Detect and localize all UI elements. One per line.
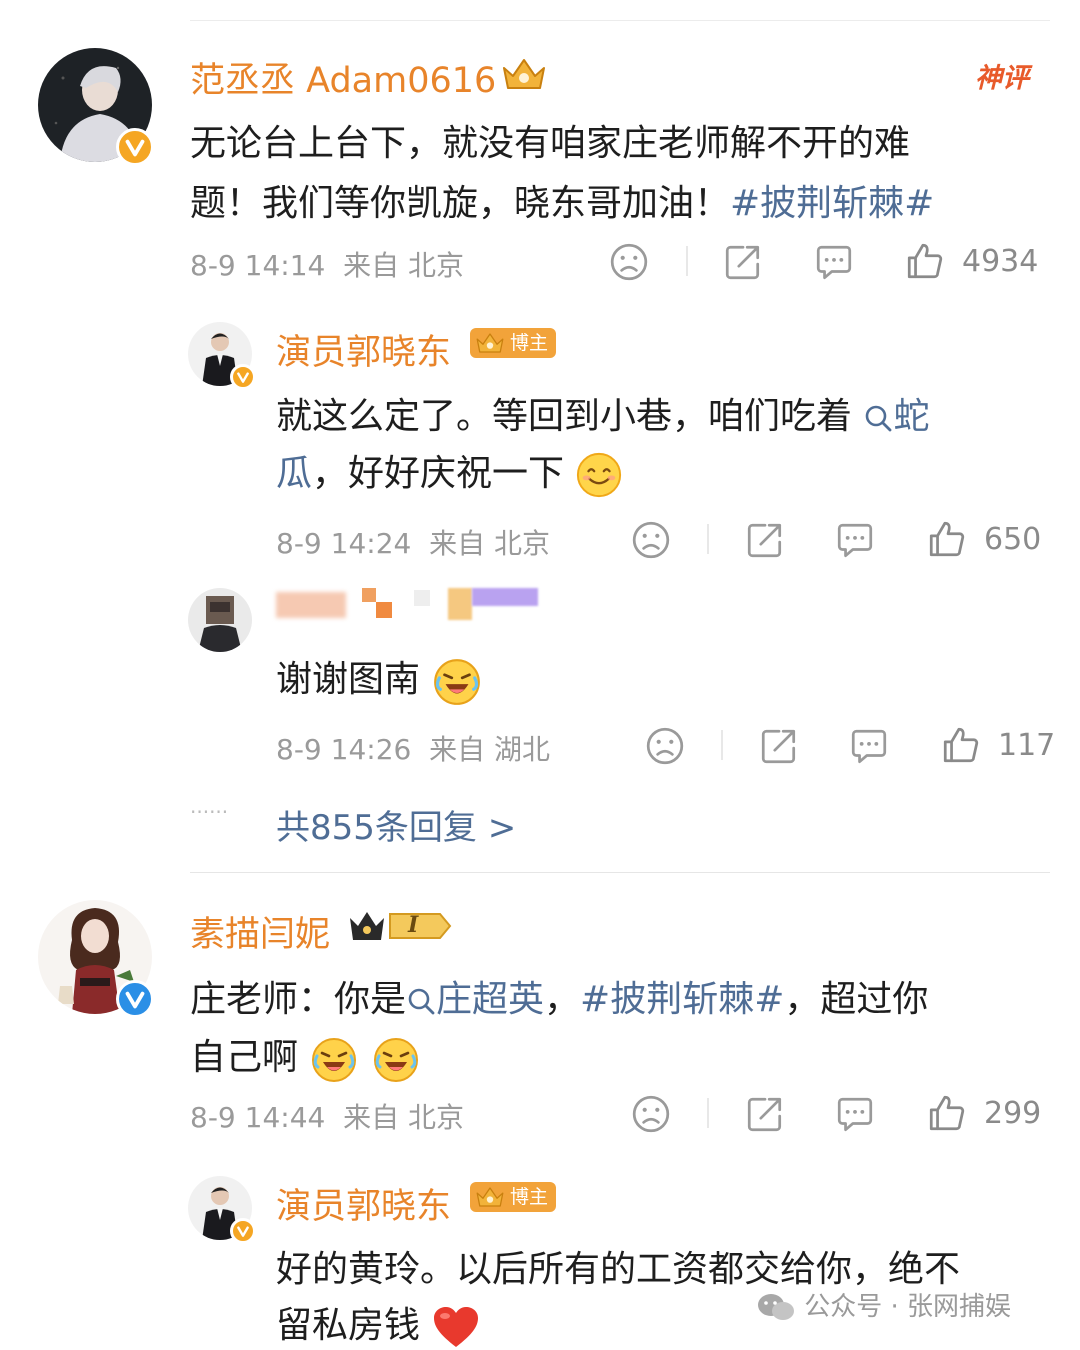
share-icon[interactable]: [744, 519, 786, 561]
hot-comment-label: 神评: [975, 63, 1029, 94]
location-text: 来自 湖北: [429, 733, 551, 766]
verified-badge: [116, 980, 154, 1018]
user-name[interactable]: 演员郭晓东: [276, 324, 451, 375]
action-separator: [707, 524, 709, 554]
comment-text: 无论台上台下，就没有咱家庄老师解不开的难: [190, 114, 910, 166]
comment-divider: [190, 872, 1050, 873]
like-icon[interactable]: [904, 240, 946, 282]
smile-emoji: [575, 451, 623, 499]
user-name[interactable]: 演员郭晓东: [276, 1178, 451, 1229]
reply-text: 好的黄玲。以后所有的工资都交给你，绝不: [276, 1240, 960, 1292]
member-level-text: I: [408, 912, 419, 938]
blogger-tag: 博主: [470, 1182, 557, 1212]
text-line: 无论台上台下，就没有咱家庄老师解不开的难: [190, 123, 911, 164]
more-replies-dots: ······: [190, 800, 229, 824]
verified-badge: [116, 128, 154, 166]
text-punct: ，: [544, 979, 581, 1020]
like-count: 4934: [962, 244, 1039, 279]
timestamp: 8-9 14:44 来自 北京: [190, 1096, 464, 1136]
more-replies[interactable]: ······ 共855条回复 >: [190, 800, 516, 848]
timestamp: 8-9 14:26 来自 湖北: [276, 728, 550, 768]
blogger-tag-label: 博主: [510, 332, 549, 354]
avatar[interactable]: [188, 588, 252, 652]
search-link-icon: [863, 403, 893, 433]
dislike-icon[interactable]: [630, 519, 672, 561]
comment-text: 题！我们等你凯旋，晓东哥加油！#披荆斩棘#: [190, 174, 934, 226]
text-line: 庄老师：你是: [190, 979, 407, 1020]
like-count: 650: [984, 522, 1042, 557]
share-icon[interactable]: [744, 1093, 786, 1135]
text-line: ，好好庆祝一下: [312, 453, 565, 494]
search-link[interactable]: 瓜: [276, 453, 312, 494]
dislike-icon[interactable]: [608, 241, 650, 283]
share-icon[interactable]: [722, 241, 764, 283]
text-line: 就这么定了。等回到小巷，咱们吃着: [276, 396, 853, 437]
blogger-tag: 博主: [470, 328, 557, 358]
search-link[interactable]: 蛇: [863, 396, 929, 437]
reply-text: 瓜，好好庆祝一下: [276, 444, 623, 499]
dislike-icon[interactable]: [630, 1093, 672, 1135]
like-icon[interactable]: [940, 724, 982, 766]
comment-icon[interactable]: [834, 519, 876, 561]
comment-text: 自己啊: [190, 1028, 421, 1084]
time-text: 8-9 14:24: [276, 527, 412, 560]
text-line: 自己啊: [190, 1037, 299, 1078]
reply-text: 就这么定了。等回到小巷，咱们吃着 蛇: [276, 387, 929, 439]
verified-badge: [230, 1218, 256, 1244]
like-count: 299: [984, 1096, 1042, 1131]
laugh-emoji: [309, 1034, 359, 1084]
like-count: 117: [998, 728, 1056, 763]
timestamp: 8-9 14:24 来自 北京: [276, 522, 550, 562]
comment-icon[interactable]: [848, 725, 890, 767]
time-text: 8-9 14:44: [190, 1101, 326, 1134]
comment-icon[interactable]: [834, 1093, 876, 1135]
share-icon[interactable]: [758, 725, 800, 767]
time-text: 8-9 14:14: [190, 249, 326, 282]
more-replies-label: 共855条回复 >: [276, 808, 517, 848]
search-link[interactable]: 庄超英: [406, 979, 544, 1020]
text-line: ，超过你: [784, 979, 929, 1020]
blurred-user-name: [276, 588, 538, 622]
link-text: 庄超英: [436, 979, 545, 1020]
link-text: 蛇: [893, 396, 930, 437]
location-text: 来自 北京: [343, 249, 465, 282]
user-name[interactable]: 范丞丞 Adam0616: [190, 52, 496, 103]
top-divider: [190, 20, 1050, 21]
text-line: 谢谢图南: [276, 659, 421, 700]
text-line: 题！我们等你凯旋，晓东哥加油！: [190, 183, 731, 224]
time-text: 8-9 14:26: [276, 733, 412, 766]
action-separator: [686, 246, 688, 276]
laugh-emoji: [371, 1034, 421, 1084]
text-line: 好的黄玲。以后所有的工资都交给你，绝不: [276, 1249, 961, 1290]
timestamp: 8-9 14:14 来自 北京: [190, 244, 464, 284]
hashtag-link[interactable]: #披荆斩棘#: [580, 979, 784, 1020]
comment-icon[interactable]: [813, 241, 855, 283]
location-text: 来自 北京: [343, 1101, 465, 1134]
dislike-icon[interactable]: [644, 725, 686, 767]
location-text: 来自 北京: [429, 527, 551, 560]
watermark-text: 公众号 · 张网捕娱: [804, 1292, 1012, 1322]
hashtag-link[interactable]: #披荆斩棘#: [730, 183, 934, 224]
text-line: 留私房钱: [276, 1305, 421, 1346]
like-icon[interactable]: [926, 518, 968, 560]
laugh-emoji: [431, 655, 483, 707]
user-name[interactable]: 素描闫妮: [190, 906, 330, 957]
reply-text: 谢谢图南: [276, 650, 483, 707]
verified-badge: [230, 364, 256, 390]
blogger-tag-label: 博主: [510, 1186, 549, 1208]
heart-emoji: [431, 1304, 481, 1350]
watermark: 公众号 · 张网捕娱: [756, 1286, 1011, 1324]
action-separator: [721, 730, 723, 760]
action-separator: [707, 1098, 709, 1128]
member-level-badge: I: [346, 906, 452, 946]
crown-icon: [498, 54, 550, 94]
reply-text: 留私房钱: [276, 1296, 481, 1350]
search-link-icon: [406, 986, 436, 1016]
like-icon[interactable]: [926, 1092, 968, 1134]
wechat-icon: [758, 1293, 794, 1320]
comment-text: 庄老师：你是 庄超英，#披荆斩棘#，超过你: [190, 970, 928, 1022]
